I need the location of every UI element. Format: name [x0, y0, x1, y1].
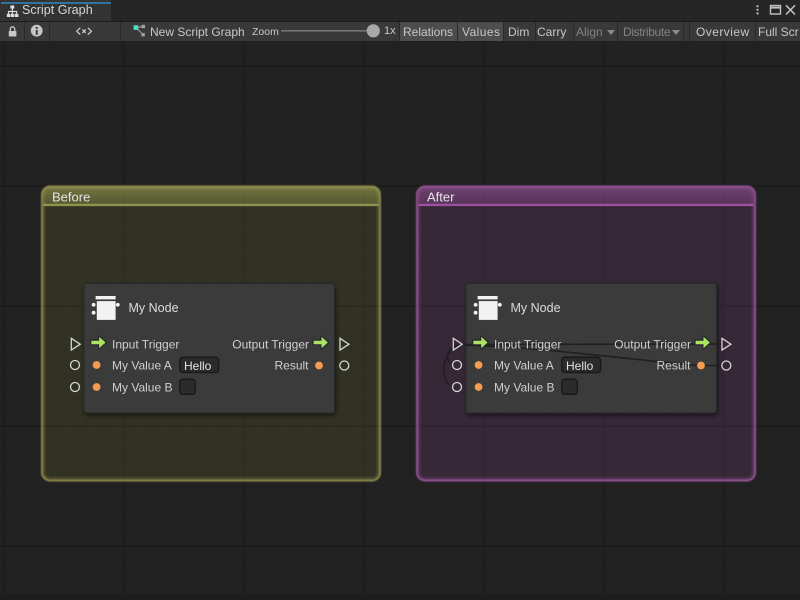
svg-text:My Value B: My Value B: [494, 380, 554, 394]
svg-text:Result: Result: [274, 358, 309, 372]
svg-text:Output Trigger: Output Trigger: [232, 337, 309, 351]
svg-text:My Node: My Node: [511, 301, 561, 315]
svg-text:My Value A: My Value A: [112, 358, 172, 372]
svg-text:Input Trigger: Input Trigger: [494, 337, 561, 351]
svg-text:Input Trigger: Input Trigger: [112, 337, 179, 351]
svg-text:My Value B: My Value B: [112, 380, 172, 394]
svg-text:Hello: Hello: [184, 358, 212, 372]
svg-text:My Node: My Node: [129, 301, 179, 315]
svg-text:Before: Before: [52, 189, 90, 204]
svg-text:Output Trigger: Output Trigger: [614, 337, 691, 351]
svg-text:Hello: Hello: [566, 358, 594, 372]
svg-text:Result: Result: [656, 358, 691, 372]
svg-text:My Value A: My Value A: [494, 358, 554, 372]
svg-text:After: After: [427, 189, 455, 204]
